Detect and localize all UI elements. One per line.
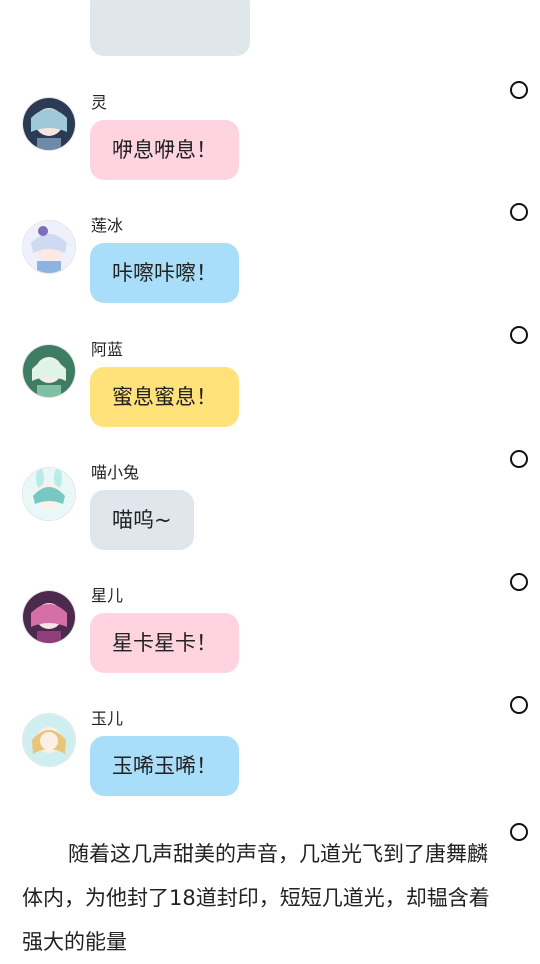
sender-name: 玉儿 (91, 709, 124, 728)
avatar-image (23, 591, 75, 643)
message-bubble[interactable]: 咿息咿息！ (90, 120, 239, 180)
select-circle-icon[interactable] (510, 823, 528, 841)
avatar[interactable] (22, 713, 76, 767)
avatar[interactable] (22, 97, 76, 151)
chat-screen: 灵 咿息咿息！ 莲冰 咔嚓咔嚓！ 阿蓝 蜜息蜜息！ 喵小兔 喵呜~ 星儿 星卡星… (0, 0, 540, 960)
message-bubble[interactable]: 蜜息蜜息！ (90, 367, 239, 427)
avatar-image (23, 714, 75, 766)
select-circle-icon[interactable] (510, 326, 528, 344)
avatar-image (23, 468, 75, 520)
avatar[interactable] (22, 220, 76, 274)
avatar-image (23, 98, 75, 150)
avatar-image (23, 221, 75, 273)
narration-text: 随着这几声甜美的声音，几道光飞到了唐舞麟体内，为他封了18道封印，短短几道光，却… (22, 842, 490, 954)
avatar-image (23, 345, 75, 397)
avatar[interactable] (22, 590, 76, 644)
chat-message: 星儿 星卡星卡！ (0, 586, 540, 714)
chat-message: 玉儿 玉唏玉唏！ (0, 709, 540, 823)
sender-name: 星儿 (91, 586, 124, 605)
sender-name: 灵 (91, 93, 108, 112)
select-circle-icon[interactable] (510, 450, 528, 468)
select-circle-icon[interactable] (510, 203, 528, 221)
sender-name: 阿蓝 (91, 340, 124, 359)
message-bubble[interactable]: 喵呜~ (90, 490, 194, 550)
message-bubble[interactable]: 咔嚓咔嚓！ (90, 243, 239, 303)
sender-name: 莲冰 (91, 216, 124, 235)
sender-name: 喵小兔 (91, 463, 140, 482)
chat-message: 喵小兔 喵呜~ (0, 463, 540, 591)
avatar[interactable] (22, 467, 76, 521)
select-circle-icon[interactable] (510, 573, 528, 591)
chat-message: 莲冰 咔嚓咔嚓！ (0, 216, 540, 344)
chat-message: 阿蓝 蜜息蜜息！ (0, 340, 540, 468)
message-bubble[interactable]: 星卡星卡！ (90, 613, 239, 673)
avatar[interactable] (22, 344, 76, 398)
message-bubble-partial[interactable] (90, 0, 250, 56)
message-bubble[interactable]: 玉唏玉唏！ (90, 736, 239, 796)
chat-message: 灵 咿息咿息！ (0, 93, 540, 221)
select-circle-icon[interactable] (510, 696, 528, 714)
